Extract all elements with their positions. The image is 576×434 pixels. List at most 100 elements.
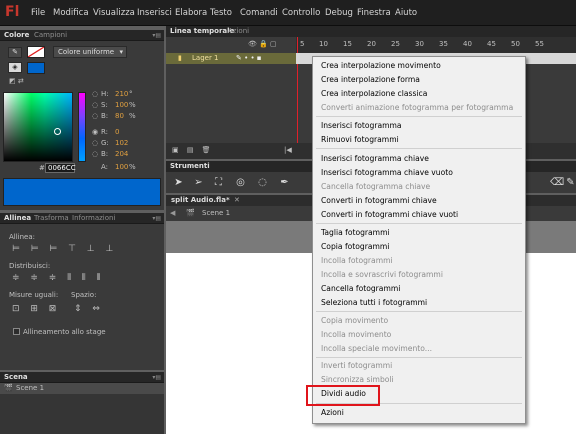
scene-list-item[interactable]: 🎬 Scene 1 — [0, 383, 164, 394]
document-tab[interactable]: split Audio.fla* — [171, 196, 230, 204]
menu-item-copia-fotogrammi[interactable]: Copia fotogrammi — [321, 240, 389, 253]
layer-visibility-icons[interactable]: 👁 🔒 ▢ — [248, 40, 277, 48]
swap-colors-icon[interactable]: ◩ ⇄ — [9, 77, 24, 85]
menu-inserisci[interactable]: Inserisci — [137, 8, 172, 18]
panel-menu-icon[interactable]: ▾▤ — [152, 374, 161, 381]
h-radio-icon[interactable]: ◌ — [92, 90, 98, 98]
tab-linea-temporale[interactable]: Linea temporale — [170, 27, 234, 35]
r-radio-icon[interactable]: ◉ — [92, 128, 98, 136]
layer-row[interactable]: ▮ Lager 1 ✎ • • ▪ — [166, 53, 296, 64]
clapper-icon: 🎬 — [4, 384, 13, 392]
b-radio-icon[interactable]: ◌ — [92, 112, 98, 120]
menu-file[interactable]: File — [31, 8, 45, 18]
chevron-down-icon: ▾ — [119, 48, 123, 56]
color-picker-field[interactable] — [3, 92, 73, 162]
s-value[interactable]: 100 — [115, 101, 128, 109]
close-icon[interactable]: ✕ — [234, 196, 240, 204]
b-unit: % — [129, 112, 136, 120]
distribute-buttons-icon[interactable]: ≑ ≑ ≑ ⫴ ⫴ ⫴ — [12, 273, 104, 283]
scene-panel: Scena ▾▤ 🎬 Scene 1 — [0, 372, 164, 434]
g-radio-icon[interactable]: ◌ — [92, 139, 98, 147]
h-value[interactable]: 210 — [115, 90, 128, 98]
scene-name: Scene 1 — [16, 384, 45, 392]
menu-item-crea-interpolazione-forma[interactable]: Crea interpolazione forma — [321, 73, 420, 86]
space-label: Spazio: — [71, 291, 97, 299]
menu-item-converti-in-fotogrammi-chiave-vuoti[interactable]: Converti in fotogrammi chiave vuoti — [321, 208, 458, 221]
h-label: H: — [101, 90, 109, 98]
eraser-tool-icon[interactable]: ⌫ — [550, 177, 564, 189]
frame-number: 55 — [535, 40, 544, 48]
g-label: G: — [101, 139, 109, 147]
frame-ruler[interactable] — [296, 37, 576, 53]
menu-elabora[interactable]: Elabora — [175, 8, 207, 18]
b2-radio-icon[interactable]: ◌ — [92, 150, 98, 158]
a-value[interactable]: 100 — [115, 163, 128, 171]
s-unit: % — [129, 101, 136, 109]
fill-swatch[interactable] — [27, 62, 45, 74]
menu-item-inverti-fotogrammi: Inverti fotogrammi — [321, 361, 393, 370]
subselection-tool-icon[interactable]: ➢ — [192, 177, 205, 189]
menu-controllo[interactable]: Controllo — [282, 8, 320, 18]
align-panel-tabs: Allinea Trasforma Informazioni ▾▤ — [0, 213, 164, 224]
panel-menu-icon[interactable]: ▾▤ — [152, 215, 161, 222]
tab-informazioni[interactable]: Informazioni — [72, 214, 115, 222]
rewind-icon[interactable]: |◀ — [284, 146, 292, 154]
menu-item-copia-movimento: Copia movimento — [321, 316, 389, 325]
color-panel: Colore Campioni ▾▤ ✎ Colore uniforme ▾ ◈… — [0, 30, 164, 210]
hex-input[interactable]: 0066CC — [45, 163, 76, 173]
menu-debug[interactable]: Debug — [325, 8, 353, 18]
color-preview — [3, 178, 161, 206]
lasso-tool-icon[interactable]: ◌ — [256, 177, 269, 189]
g-value[interactable]: 102 — [115, 139, 128, 147]
menu-item-taglia-fotogrammi[interactable]: Taglia fotogrammi — [321, 226, 390, 239]
align-buttons-icon[interactable]: ⊨ ⊨ ⊨ ⊤ ⊥ ⊥ — [12, 244, 117, 254]
a-unit: % — [129, 163, 136, 171]
menu-item-inserisci-fotogramma-chiave-vuoto[interactable]: Inserisci fotogramma chiave vuoto — [321, 166, 453, 179]
tab-colore[interactable]: Colore — [4, 31, 29, 39]
tab-trasforma[interactable]: Trasforma — [34, 214, 69, 222]
menu-modifica[interactable]: Modifica — [53, 8, 89, 18]
menu-item-cancella-fotogrammi[interactable]: Cancella fotogrammi — [321, 282, 400, 295]
tab-azioni[interactable]: Azioni — [228, 27, 249, 35]
s-radio-icon[interactable]: ◌ — [92, 101, 98, 109]
menu-item-converti-in-fotogrammi-chiave[interactable]: Converti in fotogrammi chiave — [321, 194, 437, 207]
menu-aiuto[interactable]: Aiuto — [395, 8, 417, 18]
space-buttons-icon[interactable]: ⇕ ⇔ — [74, 304, 104, 314]
hue-slider[interactable] — [78, 92, 86, 162]
r-label: R: — [101, 128, 109, 136]
menu-finestra[interactable]: Finestra — [357, 8, 391, 18]
menu-separator — [316, 311, 522, 312]
hand-tool-icon[interactable]: ✎ — [564, 177, 576, 189]
layer-buttons-icon[interactable]: ▣ ▤ 🗑 — [172, 146, 214, 154]
tab-allinea[interactable]: Allinea — [4, 214, 31, 222]
3d-rotation-tool-icon[interactable]: ◎ — [234, 177, 247, 189]
pen-tool-icon[interactable]: ✒ — [278, 177, 291, 189]
tab-campioni[interactable]: Campioni — [34, 31, 67, 39]
menu-item-azioni[interactable]: Azioni — [321, 406, 344, 419]
b2-value[interactable]: 204 — [115, 150, 128, 158]
menu-item-inserisci-fotogramma[interactable]: Inserisci fotogramma — [321, 119, 402, 132]
selection-tool-icon[interactable]: ➤ — [172, 177, 185, 189]
menu-comandi[interactable]: Comandi — [240, 8, 278, 18]
stroke-swatch[interactable] — [27, 46, 45, 58]
menu-item-inserisci-fotogramma-chiave[interactable]: Inserisci fotogramma chiave — [321, 152, 429, 165]
menu-item-crea-interpolazione-classica[interactable]: Crea interpolazione classica — [321, 87, 427, 100]
tools-title: Strumenti — [170, 162, 210, 170]
match-size-buttons-icon[interactable]: ⊡ ⊞ ⊠ — [12, 304, 60, 314]
menu-visualizza[interactable]: Visualizza — [93, 8, 135, 18]
menu-item-crea-interpolazione-movimento[interactable]: Crea interpolazione movimento — [321, 59, 441, 72]
stroke-color-icon[interactable]: ✎ — [8, 47, 22, 58]
menu-item-seleziona-tutti[interactable]: Seleziona tutti i fotogrammi — [321, 296, 427, 309]
r-value[interactable]: 0 — [115, 128, 119, 136]
panel-menu-icon[interactable]: ▾▤ — [152, 32, 161, 39]
menu-item-rimuovi-fotogrammi[interactable]: Rimuovi fotogrammi — [321, 133, 399, 146]
color-picker-cursor[interactable] — [54, 128, 61, 135]
b-value[interactable]: 80 — [115, 112, 124, 120]
align-to-stage-checkbox[interactable] — [13, 328, 20, 335]
back-arrow-icon[interactable]: ◀ — [170, 209, 175, 217]
transform-tool-icon[interactable]: ⛶ — [212, 177, 225, 189]
tab-scena[interactable]: Scena — [4, 373, 28, 381]
fill-type-select[interactable]: Colore uniforme ▾ — [53, 46, 127, 58]
menu-testo[interactable]: Testo — [210, 8, 232, 18]
fill-color-icon[interactable]: ◈ — [8, 62, 22, 73]
